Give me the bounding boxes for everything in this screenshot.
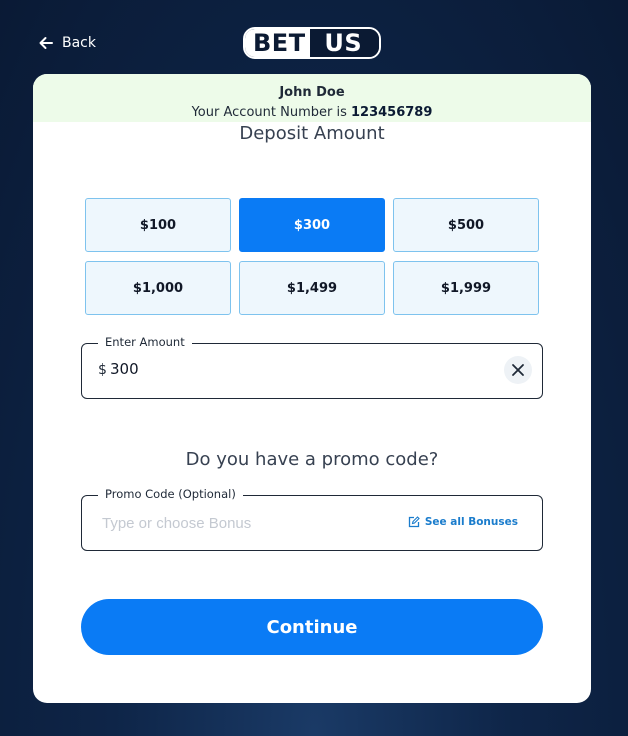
account-name: John Doe	[279, 85, 345, 100]
see-all-bonuses-label: See all Bonuses	[424, 516, 518, 528]
logo-text-us: US	[309, 29, 379, 57]
amount-input-value[interactable]: 300	[110, 360, 139, 378]
close-icon	[512, 364, 524, 376]
top-bar: Back BET US	[0, 0, 628, 74]
amount-option-100[interactable]: $100	[85, 198, 231, 252]
arrow-left-icon	[39, 37, 53, 49]
deposit-card: John Doe Your Account Number is 12345678…	[33, 74, 591, 703]
amount-option-1000[interactable]: $1,000	[85, 261, 231, 315]
back-label: Back	[62, 35, 96, 51]
edit-icon	[408, 516, 420, 528]
promo-code-field[interactable]: Promo Code (Optional) See all Bonuses	[81, 487, 543, 551]
logo-text-bet: BET	[245, 29, 310, 57]
account-number-prefix: Your Account Number is	[191, 105, 351, 120]
promo-code-label: Promo Code (Optional)	[98, 487, 243, 501]
currency-symbol: $	[98, 362, 107, 378]
continue-button[interactable]: Continue	[81, 599, 543, 655]
deposit-title: Deposit Amount	[239, 123, 385, 144]
enter-amount-field[interactable]: Enter Amount $ 300	[81, 335, 543, 399]
account-banner: John Doe Your Account Number is 12345678…	[33, 74, 591, 122]
account-number-line: Your Account Number is 123456789	[33, 103, 591, 123]
amount-option-1999[interactable]: $1,999	[393, 261, 539, 315]
clear-amount-button[interactable]	[504, 356, 532, 384]
enter-amount-label: Enter Amount	[98, 335, 192, 349]
betus-logo: BET US	[243, 27, 381, 59]
see-all-bonuses-link[interactable]: See all Bonuses	[408, 516, 518, 528]
account-number: 123456789	[350, 105, 433, 120]
promo-code-input[interactable]	[102, 512, 402, 534]
amount-option-500[interactable]: $500	[393, 198, 539, 252]
amount-option-300[interactable]: $300	[239, 198, 385, 252]
amount-options: $100 $300 $500 $1,000 $1,499 $1,999	[85, 198, 539, 315]
promo-question: Do you have a promo code?	[185, 449, 439, 470]
amount-option-1499[interactable]: $1,499	[239, 261, 385, 315]
back-button[interactable]: Back	[38, 33, 96, 53]
